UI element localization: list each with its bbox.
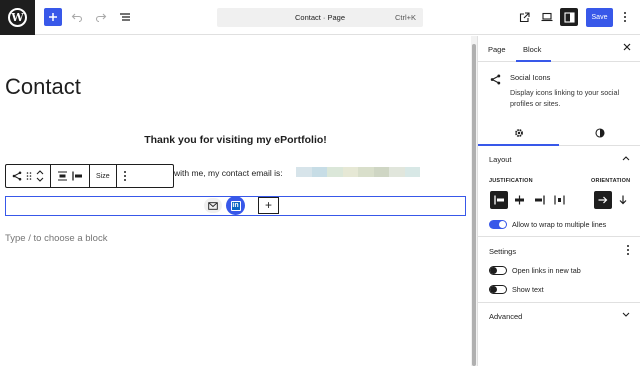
more-vertical-icon (624, 12, 626, 22)
active-inspector-tab-indicator (478, 144, 559, 146)
layout-panel-toggle[interactable] (622, 153, 630, 163)
command-palette-bar[interactable]: Contact · Page Ctrl+K (217, 8, 423, 27)
size-button[interactable]: Size (96, 173, 110, 180)
panel-divider (478, 302, 640, 303)
advanced-panel-title[interactable]: Advanced (489, 312, 522, 321)
device-preview-button[interactable] (538, 8, 556, 26)
desktop-icon (541, 12, 553, 22)
share-icon[interactable] (12, 171, 22, 181)
justify-right-icon (534, 195, 545, 205)
plus-icon (49, 13, 57, 21)
share-icon (490, 74, 501, 85)
document-overview-button[interactable] (116, 8, 134, 26)
justification-group (51, 165, 90, 187)
open-new-tab-toggle[interactable] (489, 266, 507, 275)
block-card-title: Social Icons (510, 73, 551, 82)
external-view-icon (519, 11, 530, 22)
mail-social-link[interactable] (204, 198, 222, 213)
size-group: Size (90, 165, 117, 187)
layout-panel-title[interactable]: Layout (489, 155, 512, 164)
thanks-paragraph[interactable]: Thank you for visiting my ePortfolio! (0, 134, 471, 146)
more-vertical-icon[interactable] (123, 170, 127, 182)
tab-block[interactable]: Block (523, 45, 541, 54)
linkedin-social-link[interactable]: in (226, 196, 245, 215)
wordpress-logo[interactable]: W (0, 0, 35, 35)
settings-sidebar: Page Block Social Icons Display icons li… (477, 36, 640, 366)
toggle-knob (490, 267, 497, 274)
orientation-horizontal-button[interactable] (594, 191, 612, 209)
justify-space-between-button[interactable] (550, 191, 568, 209)
add-block-button[interactable] (44, 8, 62, 26)
justify-right-button[interactable] (530, 191, 548, 209)
save-button[interactable]: Save (586, 8, 613, 27)
editor-topbar: W Contact · Page Ctrl+K Save (0, 0, 640, 35)
scrollbar-thumb[interactable] (472, 44, 476, 366)
arrow-down-icon (619, 195, 627, 205)
tab-styles[interactable] (559, 120, 640, 146)
arrow-right-icon (598, 196, 608, 204)
drag-icon[interactable] (26, 171, 32, 181)
tab-settings[interactable] (478, 120, 559, 146)
block-appender-placeholder[interactable]: Type / to choose a block (5, 233, 107, 244)
move-up-down-icon[interactable] (36, 170, 44, 182)
block-card-description: Display icons linking to your social pro… (510, 88, 620, 108)
editor-canvas: Contact Thank you for visiting my ePortf… (0, 36, 471, 366)
undo-button[interactable] (68, 8, 86, 26)
styles-icon (594, 128, 605, 138)
sidebar-tabs: Page Block (478, 36, 640, 62)
justify-center-icon[interactable] (57, 171, 68, 181)
justify-left-icon (493, 195, 504, 205)
toggle-knob (490, 286, 497, 293)
justify-space-between-icon (553, 195, 565, 205)
show-text-label: Show text (512, 285, 544, 294)
wordpress-logo-mark: W (8, 8, 27, 27)
justify-center-button[interactable] (510, 191, 528, 209)
linkedin-icon: in (230, 200, 241, 211)
gear-icon (514, 129, 523, 137)
options-button[interactable] (618, 8, 632, 26)
block-toolbar: Size (5, 164, 174, 188)
active-tab-indicator (516, 60, 551, 62)
justify-left-button[interactable] (490, 191, 508, 209)
redo-icon (95, 13, 107, 22)
advanced-panel-toggle[interactable] (622, 310, 630, 320)
justify-center-icon (514, 195, 524, 205)
list-view-icon (120, 13, 130, 21)
orientation-label: ORIENTATION (591, 178, 631, 184)
document-title: Contact · Page (294, 13, 346, 22)
more-vertical-icon (627, 245, 629, 255)
undo-icon (71, 13, 83, 22)
mail-icon (208, 201, 218, 210)
settings-panel-title: Settings (489, 247, 517, 256)
orientation-vertical-button[interactable] (614, 191, 632, 209)
justify-left-icon[interactable] (72, 171, 83, 181)
block-switcher-group (6, 165, 51, 187)
email-paragraph[interactable]: with me, my contact email is: (174, 168, 283, 178)
sidebar-icon (563, 11, 575, 23)
close-icon (623, 43, 631, 51)
redo-button[interactable] (92, 8, 110, 26)
settings-options-button[interactable] (626, 244, 630, 259)
panel-divider (478, 236, 640, 237)
chevron-down-icon (622, 312, 630, 317)
wrap-toggle[interactable] (489, 220, 507, 229)
redacted-email (296, 167, 420, 177)
close-sidebar-button[interactable] (623, 43, 631, 54)
open-new-tab-label: Open links in new tab (512, 266, 581, 275)
settings-toggle-button[interactable] (560, 8, 578, 26)
justification-label: JUSTIFICATION (489, 178, 533, 184)
view-page-button[interactable] (515, 8, 533, 26)
add-social-link-button[interactable]: + (258, 197, 279, 214)
chevron-up-icon (622, 156, 630, 161)
page-title[interactable]: Contact (5, 74, 81, 100)
command-shortcut: Ctrl+K (394, 13, 416, 22)
social-icons-block[interactable]: in + (5, 196, 466, 216)
toggle-knob (499, 221, 506, 228)
tab-page[interactable]: Page (488, 45, 506, 54)
block-options-group (117, 165, 133, 187)
wrap-label: Allow to wrap to multiple lines (512, 220, 607, 229)
inspector-tabs (478, 120, 640, 146)
show-text-toggle[interactable] (489, 285, 507, 294)
